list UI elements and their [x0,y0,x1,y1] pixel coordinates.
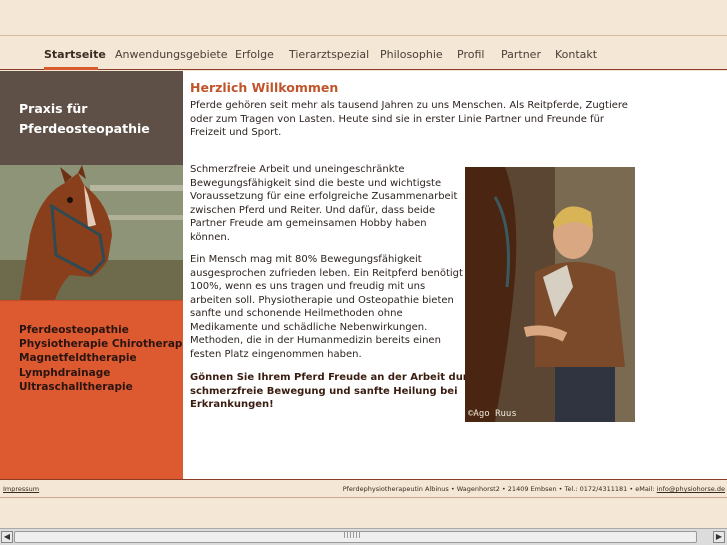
text-line: Methoden, die in der Humanmedizin bereit… [190,335,441,346]
footer-contact: Pferdephysiotherapeutin Albinus • Wagenh… [343,485,725,493]
footer: Impressum Pferdephysiotherapeutin Albinu… [0,479,727,498]
text-line: ausgesprochen zufrieden leben. Ein Reitp… [190,267,463,279]
text-line: Schmerzfreie Arbeit und uneingeschränkte [190,164,405,175]
horse-photo [0,165,183,300]
text-line: Freizeit und Sport. [190,127,282,138]
therapist-photo: ©Ago Ruus [465,167,635,422]
text-line: Gönnen Sie Ihrem Pferd Freude an der Arb… [190,372,481,383]
email-link[interactable]: info@physiohorse.de [657,485,725,493]
service-item: Pferdeosteopathie [19,324,129,336]
service-item: Magnetfeldtherapie [19,352,137,364]
active-tab-indicator [44,67,98,70]
nav-tierarztspezial[interactable]: Tierarztspezial [289,48,369,61]
main-content: Herzlich Willkommen Pferde gehören seit … [183,71,727,479]
paragraph-1: Schmerzfreie Arbeit und uneingeschränkte… [190,163,457,244]
service-item: Lymphdrainage [19,367,111,379]
main-navigation: Startseite Anwendungsgebiete Erfolge Tie… [0,37,727,70]
scrollbar-grip-icon [344,532,362,538]
nav-anwendungsgebiete[interactable]: Anwendungsgebiete [115,48,228,61]
horizontal-scrollbar[interactable]: ◀ ▶ [0,528,727,545]
paragraph-2: Ein Mensch mag mit 80% Bewegungsfähigkei… [190,253,463,361]
page-title: Herzlich Willkommen [190,80,339,95]
photo-credit: ©Ago Ruus [468,409,517,419]
nav-philosophie[interactable]: Philosophie [380,48,443,61]
text-line: festen Platz eingenommen haben. [190,348,362,360]
service-item: Physiotherapie Chirotherapie [19,338,194,350]
nav-erfolge[interactable]: Erfolge [235,48,274,61]
call-to-action: Gönnen Sie Ihrem Pferd Freude an der Arb… [190,371,481,412]
text-line: arbeiten soll. Physiotherapie und Osteop… [190,294,454,306]
text-line: Medikamente und schädliche Nebenwirkunge… [190,321,428,333]
text-line: schmerzfreie Bewegung und sanfte Heilung… [190,385,458,397]
text-line: Voraussetzung für eine erfolgreiche Zusa… [190,191,458,202]
text-line: Pferde gehören seit mehr als tausend Jah… [190,100,628,111]
nav-partner[interactable]: Partner [501,48,541,61]
text-line: Partner Freude am gemeinsamen Hobby habe… [190,218,427,229]
practice-title-line1: Praxis für [19,101,88,116]
text-line: zwischen Pferd und Reiter. Und dafür, da… [190,204,436,216]
text-line: Ein Mensch mag mit 80% Bewegungsfähigkei… [190,254,422,265]
practice-title-block: Praxis für Pferdeosteopathie [0,71,183,165]
top-band [0,0,727,36]
text-line: 100%, wenn es uns tragen und freudig mit… [190,281,426,292]
services-list: Pferdeosteopathie Physiotherapie Chiroth… [0,300,193,479]
service-item: Ultraschalltherapie [19,381,133,393]
scroll-left-icon[interactable]: ◀ [1,531,13,543]
footer-contact-text: Pferdephysiotherapeutin Albinus • Wagenh… [342,485,657,493]
nav-profil[interactable]: Profil [457,48,484,61]
text-line: sanfte und schonende Heilmethoden ohne [190,308,403,319]
scroll-right-icon[interactable]: ▶ [713,531,725,543]
text-line: Erkrankungen! [190,399,274,410]
text-line: können. [190,231,230,243]
practice-title-line2: Pferdeosteopathie [19,121,150,136]
nav-startseite[interactable]: Startseite [44,48,106,61]
text-line: Bewegungsfähigkeit sind die beste und wi… [190,177,442,189]
intro-paragraph: Pferde gehören seit mehr als tausend Jah… [190,99,628,140]
impressum-link[interactable]: Impressum [3,485,39,493]
text-line: oder zum Tragen von Lasten. Heute sind s… [190,113,605,125]
nav-kontakt[interactable]: Kontakt [555,48,597,61]
